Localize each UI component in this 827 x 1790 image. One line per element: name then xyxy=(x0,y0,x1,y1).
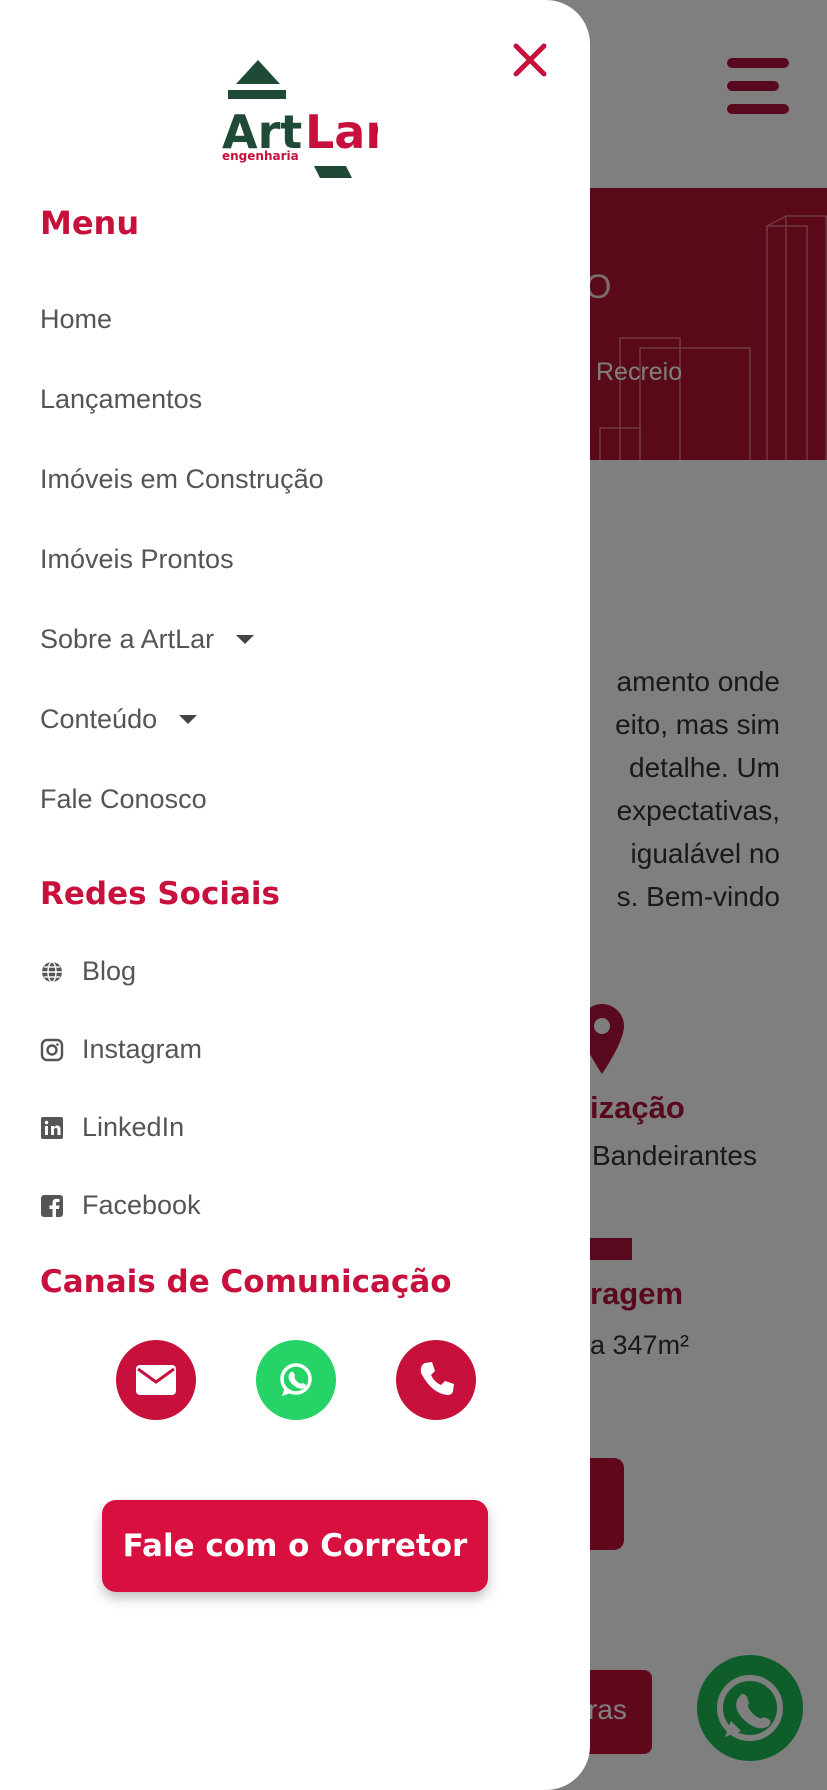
linkedin-icon xyxy=(41,1116,63,1139)
email-icon xyxy=(136,1365,176,1395)
phone-button[interactable] xyxy=(396,1340,476,1420)
chevron-down-icon[interactable] xyxy=(236,635,255,644)
menu-item-fale-conosco[interactable]: Fale Conosco xyxy=(40,784,207,815)
social-title: Redes Sociais xyxy=(40,876,280,912)
social-item-facebook[interactable]: Facebook xyxy=(40,1190,201,1221)
menu-item-home[interactable]: Home xyxy=(40,304,112,335)
channels-title: Canais de Comunicação xyxy=(40,1264,452,1300)
menu-item-imoveis-construcao[interactable]: Imóveis em Construção xyxy=(40,464,324,495)
contact-broker-button[interactable]: Fale com o Corretor xyxy=(102,1500,488,1592)
menu-item-sobre[interactable]: Sobre a ArtLar xyxy=(40,624,255,655)
social-item-instagram[interactable]: Instagram xyxy=(40,1034,202,1065)
svg-text:Lar: Lar xyxy=(305,105,378,159)
phone-icon xyxy=(420,1362,454,1395)
navigation-drawer: Art Lar engenharia Menu Home Lançamentos… xyxy=(0,0,590,1790)
artlar-logo[interactable]: Art Lar engenharia xyxy=(222,58,378,182)
menu-item-imoveis-prontos[interactable]: Imóveis Prontos xyxy=(40,544,234,575)
menu-item-conteudo[interactable]: Conteúdo xyxy=(40,704,198,735)
close-icon[interactable] xyxy=(512,42,548,78)
menu-title: Menu xyxy=(40,204,140,242)
menu-item-lancamentos[interactable]: Lançamentos xyxy=(40,384,202,415)
chevron-down-icon[interactable] xyxy=(179,715,198,724)
globe-icon xyxy=(42,960,62,983)
svg-text:engenharia: engenharia xyxy=(222,149,299,163)
instagram-icon xyxy=(40,1038,64,1061)
social-item-blog[interactable]: Blog xyxy=(40,956,136,987)
whatsapp-button[interactable] xyxy=(256,1340,336,1420)
facebook-icon xyxy=(41,1194,63,1217)
whatsapp-icon xyxy=(280,1363,312,1396)
email-button[interactable] xyxy=(116,1340,196,1420)
social-item-linkedin[interactable]: LinkedIn xyxy=(40,1112,184,1143)
